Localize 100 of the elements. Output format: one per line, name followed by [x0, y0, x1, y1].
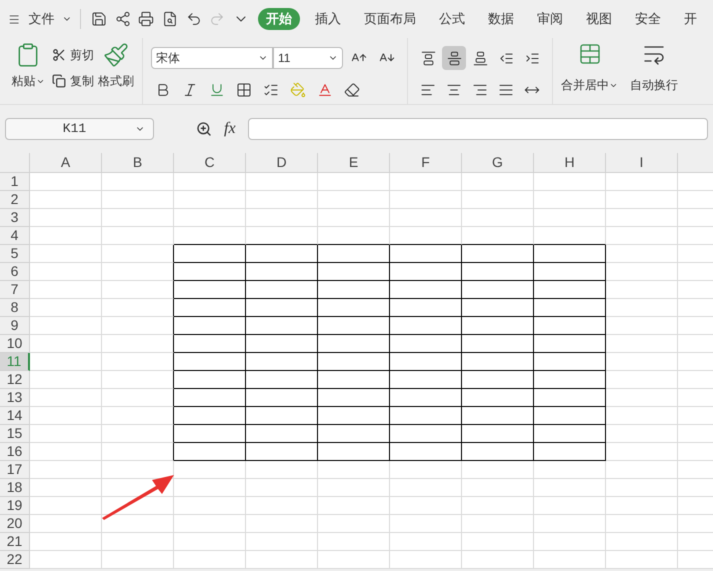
column-header[interactable]: G	[462, 153, 534, 173]
row-header[interactable]: 18	[0, 479, 30, 497]
sheet-cell	[246, 533, 318, 551]
row-header[interactable]: 20	[0, 515, 30, 533]
column-header[interactable]: C	[174, 153, 246, 173]
row-header[interactable]: 5	[0, 245, 30, 263]
row-header[interactable]: 8	[0, 299, 30, 317]
row-header[interactable]: 19	[0, 497, 30, 515]
sheet-cell	[246, 515, 318, 533]
ribbon-tab[interactable]: 安全	[627, 8, 670, 30]
sheet-cell	[102, 533, 174, 551]
wrap-text-button[interactable]: 自动换行	[630, 42, 678, 94]
row-header[interactable]: 21	[0, 533, 30, 551]
row-header[interactable]: 4	[0, 227, 30, 245]
sheet-cell	[246, 173, 318, 191]
font-name-field[interactable]: 宋体	[151, 47, 273, 69]
sheet-cell	[534, 461, 606, 479]
name-box[interactable]: K11	[5, 118, 154, 140]
ribbon-tab[interactable]: 数据	[480, 8, 522, 30]
fill-color-glyph-icon	[290, 82, 306, 98]
row-header[interactable]: 12	[0, 371, 30, 389]
paintbrush-icon	[103, 42, 129, 68]
merge-cells-icon	[578, 42, 602, 66]
sheet-cell	[534, 191, 606, 209]
row-header[interactable]: 17	[0, 461, 30, 479]
sheet-cell	[318, 209, 390, 227]
underline-glyph-icon	[209, 82, 225, 98]
row-header[interactable]: 22	[0, 551, 30, 569]
sheet-cell	[174, 461, 246, 479]
cell-style-glyph-icon	[263, 82, 279, 98]
sheet-cell	[390, 497, 462, 515]
ribbon-tab[interactable]: 开始	[258, 8, 300, 30]
borders-glyph-icon	[236, 82, 252, 98]
save-glyph-icon	[90, 11, 107, 27]
zoom-icon[interactable]	[196, 121, 212, 137]
sheet-cell	[318, 497, 390, 515]
column-header[interactable]: H	[534, 153, 606, 173]
row-header[interactable]: 2	[0, 191, 30, 209]
sheet-cell	[102, 191, 174, 209]
sheet-cell	[174, 173, 246, 191]
sheet-cell	[390, 515, 462, 533]
ribbon-tab[interactable]: 视图	[578, 8, 620, 30]
copy-button[interactable]: 复制	[52, 72, 94, 90]
row-header[interactable]: 13	[0, 389, 30, 407]
ribbon-tab[interactable]: 页面布局	[356, 8, 424, 30]
row-header[interactable]: 14	[0, 407, 30, 425]
merge-center-label: 合并居中	[561, 76, 618, 94]
row-header[interactable]: 9	[0, 317, 30, 335]
ribbon-tab[interactable]: 审阅	[529, 8, 572, 30]
row-header[interactable]: 16	[0, 443, 30, 461]
formula-input[interactable]	[248, 118, 708, 140]
sheet-cell	[534, 551, 606, 569]
sheet-cell	[102, 227, 174, 245]
column-header[interactable]: F	[390, 153, 462, 173]
ribbon-tab[interactable]: 公式	[431, 8, 474, 30]
sheet-cell	[390, 227, 462, 245]
sheet-cell	[30, 551, 102, 569]
sheet-cell	[534, 227, 606, 245]
sheet-cell	[30, 461, 102, 479]
row-header[interactable]: 1	[0, 173, 30, 191]
file-menu[interactable]: 文件	[24, 9, 58, 29]
alignment-icon	[472, 50, 488, 66]
ribbon-tab[interactable]: 插入	[307, 8, 350, 30]
sheet-cell	[246, 461, 318, 479]
sheet-cell	[30, 497, 102, 515]
row-header[interactable]: 6	[0, 263, 30, 281]
column-header[interactable]: B	[102, 153, 174, 173]
column-header[interactable]: A	[30, 153, 102, 173]
redo-glyph-icon	[209, 11, 226, 27]
column-header[interactable]: D	[246, 153, 318, 173]
sheet-cell	[318, 191, 390, 209]
row-header[interactable]: 15	[0, 425, 30, 443]
paste-label: 粘贴	[12, 72, 44, 90]
sheet-cell	[174, 497, 246, 515]
sheet-cell	[390, 551, 462, 569]
sheet-cell	[30, 209, 102, 227]
sheet-cell	[246, 191, 318, 209]
paste-button[interactable]: 粘贴	[8, 38, 48, 90]
sheet-cell	[174, 551, 246, 569]
column-header[interactable]: E	[318, 153, 390, 173]
sheet-cell	[462, 533, 534, 551]
sheet-cell	[390, 191, 462, 209]
sheet-cell	[318, 551, 390, 569]
align-button[interactable]	[442, 46, 466, 70]
sheet-cell	[462, 227, 534, 245]
share-glyph-icon	[114, 11, 131, 27]
column-header[interactable]: I	[606, 153, 678, 173]
sheet-cell	[246, 551, 318, 569]
merge-center-button[interactable]: 合并居中	[561, 42, 618, 94]
cut-button[interactable]: 剪切	[52, 46, 94, 64]
align-left-glyph-icon	[420, 82, 436, 98]
format-painter-button[interactable]: 格式刷	[98, 38, 134, 90]
row-header[interactable]: 3	[0, 209, 30, 227]
font-size-field[interactable]: 11	[273, 47, 343, 69]
ribbon-tab[interactable]: 开	[676, 8, 706, 30]
alignment-icon	[420, 50, 436, 66]
sheet-cell	[318, 479, 390, 497]
row-header[interactable]: 10	[0, 335, 30, 353]
row-header[interactable]: 7	[0, 281, 30, 299]
sheet-cell	[174, 227, 246, 245]
